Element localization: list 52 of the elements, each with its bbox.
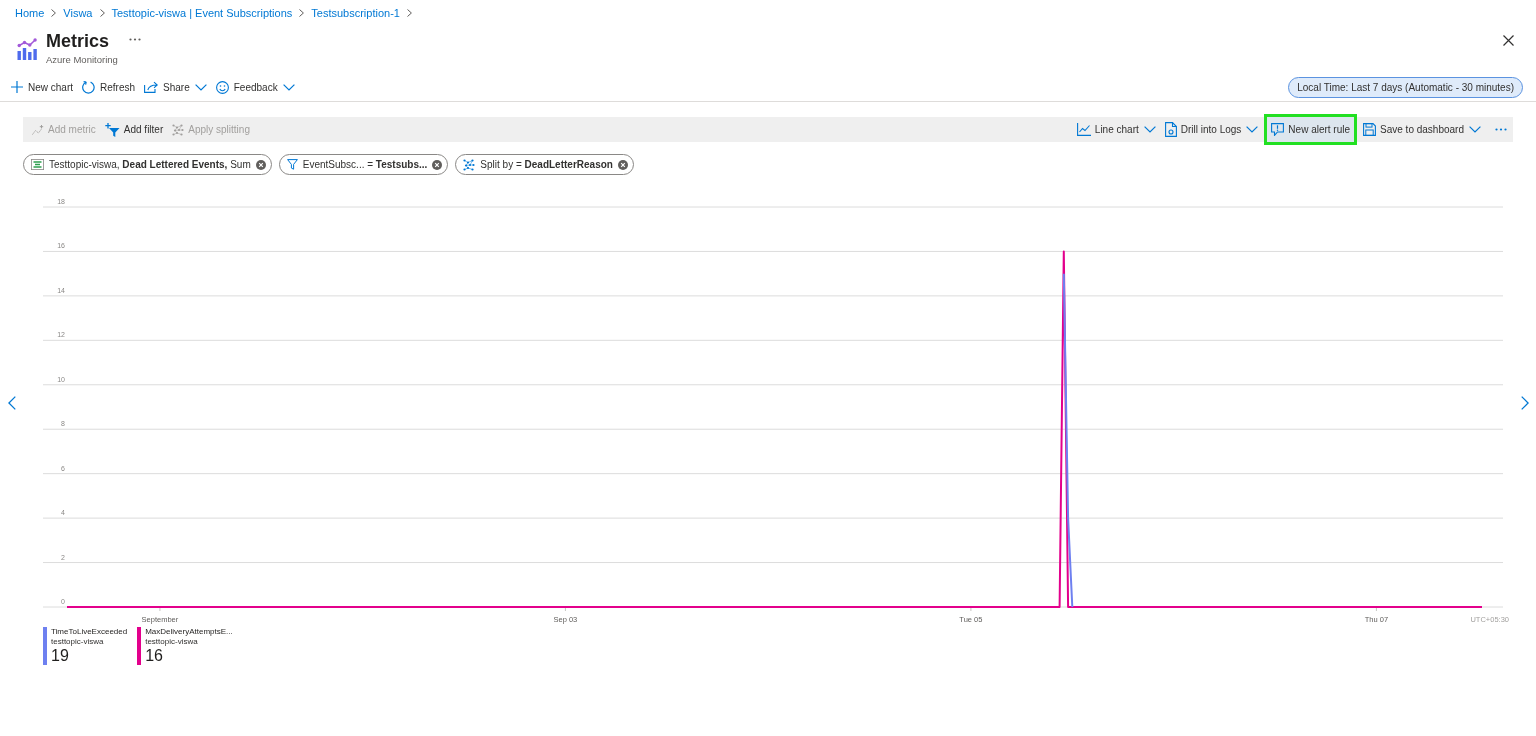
list-icon bbox=[31, 159, 44, 170]
legend-total-value: 16 bbox=[145, 646, 164, 665]
metric-pill[interactable]: Testtopic-viswa, Dead Lettered Events, Sum bbox=[23, 154, 272, 175]
refresh-icon bbox=[82, 80, 95, 94]
chevron-right-icon[interactable] bbox=[1520, 396, 1529, 410]
legend-resource-name: testtopic-viswa bbox=[145, 637, 199, 646]
chevron-icon bbox=[406, 9, 412, 17]
page-subtitle: Azure Monitoring bbox=[46, 54, 119, 66]
page-title: Metrics bbox=[46, 30, 110, 53]
close-circle-icon[interactable] bbox=[432, 159, 443, 170]
feedback-button[interactable]: Feedback bbox=[215, 77, 295, 97]
close-icon[interactable] bbox=[1503, 35, 1514, 46]
add-filter-button[interactable]: Add filter bbox=[101, 117, 167, 142]
legend-resource-name: testtopic-viswa bbox=[51, 637, 105, 646]
bar-chart-icon bbox=[16, 38, 38, 60]
filter-pill[interactable]: EventSubsc... = Testsubs... bbox=[278, 154, 449, 175]
chevron-left-icon[interactable] bbox=[7, 396, 16, 410]
save-icon bbox=[1363, 123, 1377, 136]
plus-icon bbox=[11, 81, 23, 93]
legend-total-value: 19 bbox=[51, 646, 70, 665]
chevron-icon bbox=[51, 9, 57, 17]
breadcrumb-link[interactable]: Testtopic-viswa | Event Subscriptions bbox=[111, 7, 293, 19]
scatter-icon bbox=[172, 123, 185, 136]
time-range-button[interactable]: Local Time: Last 7 days (Automatic - 30 minutes) bbox=[1288, 76, 1523, 98]
line-chart-icon bbox=[1076, 123, 1091, 136]
line-chart-button[interactable]: Line chart bbox=[1073, 117, 1159, 142]
new-chart-button[interactable]: New chart bbox=[11, 77, 73, 97]
ellipsis-icon[interactable] bbox=[129, 37, 142, 41]
funnel-icon bbox=[104, 122, 120, 137]
smiley-icon bbox=[215, 80, 229, 94]
refresh-button[interactable]: Refresh bbox=[82, 77, 136, 97]
drill-into-logs-button[interactable]: Drill into Logs bbox=[1161, 117, 1262, 142]
ellipsis-icon[interactable] bbox=[1495, 128, 1507, 131]
new-alert-rule-button[interactable]: New alert rule bbox=[1264, 114, 1358, 145]
breadcrumb-link[interactable]: Viswa bbox=[63, 7, 93, 19]
legend-series-name: MaxDeliveryAttemptsE... bbox=[145, 627, 233, 637]
document-icon bbox=[1164, 122, 1177, 137]
breadcrumb-link[interactable]: Home bbox=[15, 7, 45, 19]
legend-series-name: TimeToLiveExceeded bbox=[51, 627, 128, 637]
dotted-line-icon bbox=[32, 124, 44, 135]
exclamation-bubble-icon bbox=[1271, 123, 1285, 136]
split-pill[interactable]: Split by = DeadLetterReason bbox=[455, 154, 634, 175]
share-button[interactable]: Share bbox=[144, 77, 207, 97]
close-circle-icon[interactable] bbox=[255, 159, 266, 170]
scatter-icon bbox=[463, 158, 476, 171]
save-to-dashboard-button[interactable]: Save to dashboard bbox=[1360, 117, 1484, 142]
chevron-icon bbox=[99, 9, 105, 17]
breadcrumb-link[interactable]: Testsubscription-1 bbox=[311, 7, 400, 19]
close-circle-icon[interactable] bbox=[617, 159, 628, 170]
share-icon bbox=[144, 81, 159, 93]
chevron-icon bbox=[299, 9, 305, 17]
funnel-icon bbox=[286, 159, 298, 170]
